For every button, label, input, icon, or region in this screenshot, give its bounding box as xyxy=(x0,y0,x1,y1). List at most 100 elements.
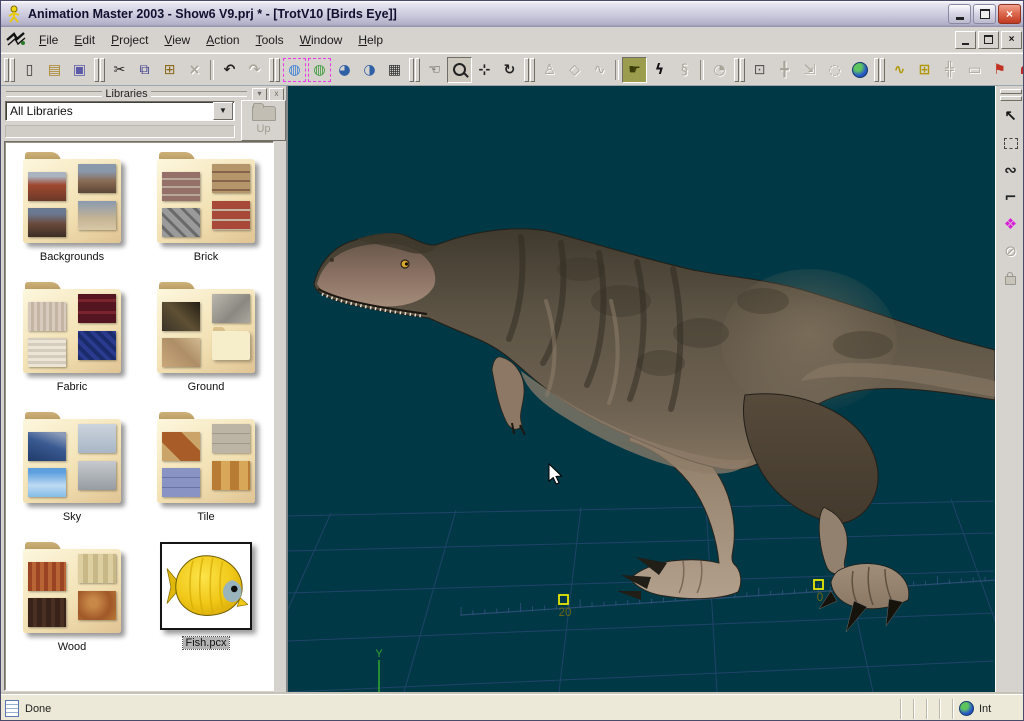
preview-animation-button[interactable]: ▦ xyxy=(382,57,407,83)
menu-project[interactable]: Project xyxy=(104,30,155,50)
library-item-label[interactable]: Backgrounds xyxy=(37,251,107,263)
library-item-fish-pcx[interactable]: Fish.pcx xyxy=(139,542,273,672)
key-bone-button[interactable]: ∿ xyxy=(887,57,912,83)
undo-button[interactable]: ↶ xyxy=(217,57,242,83)
folder-icon[interactable] xyxy=(23,152,121,244)
zoom-fit-button[interactable]: ⊹ xyxy=(472,57,497,83)
render-save-button[interactable]: ◑ xyxy=(357,57,382,83)
library-item-label[interactable]: Ground xyxy=(185,381,228,393)
menu-tools[interactable]: Tools xyxy=(249,30,291,50)
menu-action[interactable]: Action xyxy=(199,30,246,50)
panel-close-button[interactable]: x xyxy=(269,88,284,101)
panel-collapse-button[interactable]: ▾ xyxy=(252,88,267,101)
snap-grid-button[interactable]: ╬ xyxy=(937,57,962,83)
render-to-file-button[interactable]: ◕ xyxy=(332,57,357,83)
library-item-sky[interactable]: Sky xyxy=(5,412,139,542)
library-item-backgrounds[interactable]: Backgrounds xyxy=(5,152,139,282)
toolbar-grip[interactable] xyxy=(1000,89,1022,94)
library-select[interactable]: All Libraries ▼ xyxy=(5,101,235,121)
muscle-mode-button[interactable]: ☛ xyxy=(622,57,647,83)
folder-icon[interactable] xyxy=(23,282,121,374)
rotate-button[interactable]: ◌ xyxy=(822,57,847,83)
close-button[interactable]: × xyxy=(998,4,1021,24)
render-mode-button[interactable]: ◍ xyxy=(282,57,307,83)
key-frame-button[interactable]: ⊞ xyxy=(912,57,937,83)
redo-button[interactable]: ↷ xyxy=(242,57,267,83)
menu-edit[interactable]: Edit xyxy=(67,30,102,50)
mdi-close-button[interactable]: × xyxy=(1001,31,1022,49)
lock-tool[interactable] xyxy=(997,265,1024,291)
toolbar-grip[interactable] xyxy=(269,58,280,82)
libraries-panel-header[interactable]: Libraries ▾ x xyxy=(1,86,286,101)
menu-help[interactable]: Help xyxy=(351,30,390,50)
paste-button[interactable]: ⊞ xyxy=(157,57,182,83)
menu-window[interactable]: Window xyxy=(293,30,350,50)
zoom-button[interactable] xyxy=(447,57,472,83)
viewport-canvas[interactable]: 200Y xyxy=(286,86,995,694)
birds-eye-view[interactable]: 200Y xyxy=(288,86,995,692)
cut-button[interactable]: ✂ xyxy=(107,57,132,83)
library-item-label[interactable]: Brick xyxy=(191,251,221,263)
minimize-button[interactable] xyxy=(948,4,971,24)
toolbar-grip[interactable] xyxy=(1000,96,1022,101)
restore-button[interactable] xyxy=(973,4,996,24)
palette-button[interactable]: ◔ xyxy=(707,57,732,83)
chevron-down-icon[interactable]: ▼ xyxy=(213,102,233,120)
polygon-lasso-tool[interactable]: ⌐ xyxy=(997,184,1024,210)
scale-button[interactable]: ⇲ xyxy=(797,57,822,83)
open-button[interactable]: ▤ xyxy=(42,57,67,83)
library-item-label[interactable]: Fish.pcx xyxy=(183,637,230,649)
library-item-fabric[interactable]: Fabric xyxy=(5,282,139,412)
mdi-restore-button[interactable] xyxy=(978,31,999,49)
move-view-button[interactable]: ☜ xyxy=(422,57,447,83)
up-folder-button[interactable]: Up xyxy=(241,100,286,141)
title-bar[interactable]: Animation Master 2003 - Show6 V9.prj * -… xyxy=(1,1,1024,27)
bound-manipulator-button[interactable]: ⊡ xyxy=(747,57,772,83)
bones-mode-button[interactable]: ∿ xyxy=(587,57,612,83)
delete-button[interactable]: × xyxy=(182,57,207,83)
show-world-button[interactable] xyxy=(847,57,872,83)
pivot-pin-button[interactable]: ⚑ xyxy=(987,57,1012,83)
library-item-ground[interactable]: Ground xyxy=(139,282,273,412)
library-item-label[interactable]: Wood xyxy=(55,641,90,653)
folder-icon[interactable] xyxy=(157,282,255,374)
library-item-label[interactable]: Sky xyxy=(60,511,84,523)
translate-button[interactable]: ╋ xyxy=(772,57,797,83)
turn-view-button[interactable]: ↻ xyxy=(497,57,522,83)
patch-select-tool[interactable]: ❖ xyxy=(997,211,1024,237)
skeletal-mode-button[interactable]: ϟ xyxy=(647,57,672,83)
mdi-minimize-button[interactable] xyxy=(955,31,976,49)
select-tool[interactable]: ↖ xyxy=(997,103,1024,129)
app-menu-icon[interactable] xyxy=(6,31,26,48)
modeling-mode-button[interactable]: ♙ xyxy=(537,57,562,83)
quick-render-button[interactable]: ◍ xyxy=(307,57,332,83)
library-list[interactable]: Backgrounds Brick xyxy=(4,141,274,691)
toolbar-grip[interactable] xyxy=(524,58,535,82)
toolbar-grip[interactable] xyxy=(94,58,105,82)
points-mode-button[interactable]: ◇ xyxy=(562,57,587,83)
hide-tool[interactable]: ⊘ xyxy=(997,238,1024,264)
image-thumbnail[interactable] xyxy=(160,542,252,630)
new-button[interactable]: ▯ xyxy=(17,57,42,83)
library-item-wood[interactable]: Wood xyxy=(5,542,139,672)
toolbar-grip[interactable] xyxy=(409,58,420,82)
copy-button[interactable]: ⧉ xyxy=(132,57,157,83)
library-item-label[interactable]: Fabric xyxy=(54,381,91,393)
folder-icon[interactable] xyxy=(23,412,121,504)
ruler-button[interactable]: ▭ xyxy=(962,57,987,83)
library-item-label[interactable]: Tile xyxy=(194,511,217,523)
menu-file[interactable]: File xyxy=(32,30,65,50)
menu-view[interactable]: View xyxy=(157,30,197,50)
dynamics-mode-button[interactable]: § xyxy=(672,57,697,83)
folder-icon[interactable] xyxy=(23,542,121,634)
toolbar-grip[interactable] xyxy=(874,58,885,82)
save-all-button[interactable]: ▣ xyxy=(67,57,92,83)
lasso-tool[interactable]: ∾ xyxy=(997,157,1024,183)
library-item-tile[interactable]: Tile xyxy=(139,412,273,542)
folder-icon[interactable] xyxy=(157,152,255,244)
toolbar-grip[interactable] xyxy=(4,58,15,82)
folder-icon[interactable] xyxy=(157,412,255,504)
toolbar-grip[interactable] xyxy=(734,58,745,82)
snap-magnet-button[interactable]: ∩ xyxy=(1012,57,1024,83)
library-item-brick[interactable]: Brick xyxy=(139,152,273,282)
